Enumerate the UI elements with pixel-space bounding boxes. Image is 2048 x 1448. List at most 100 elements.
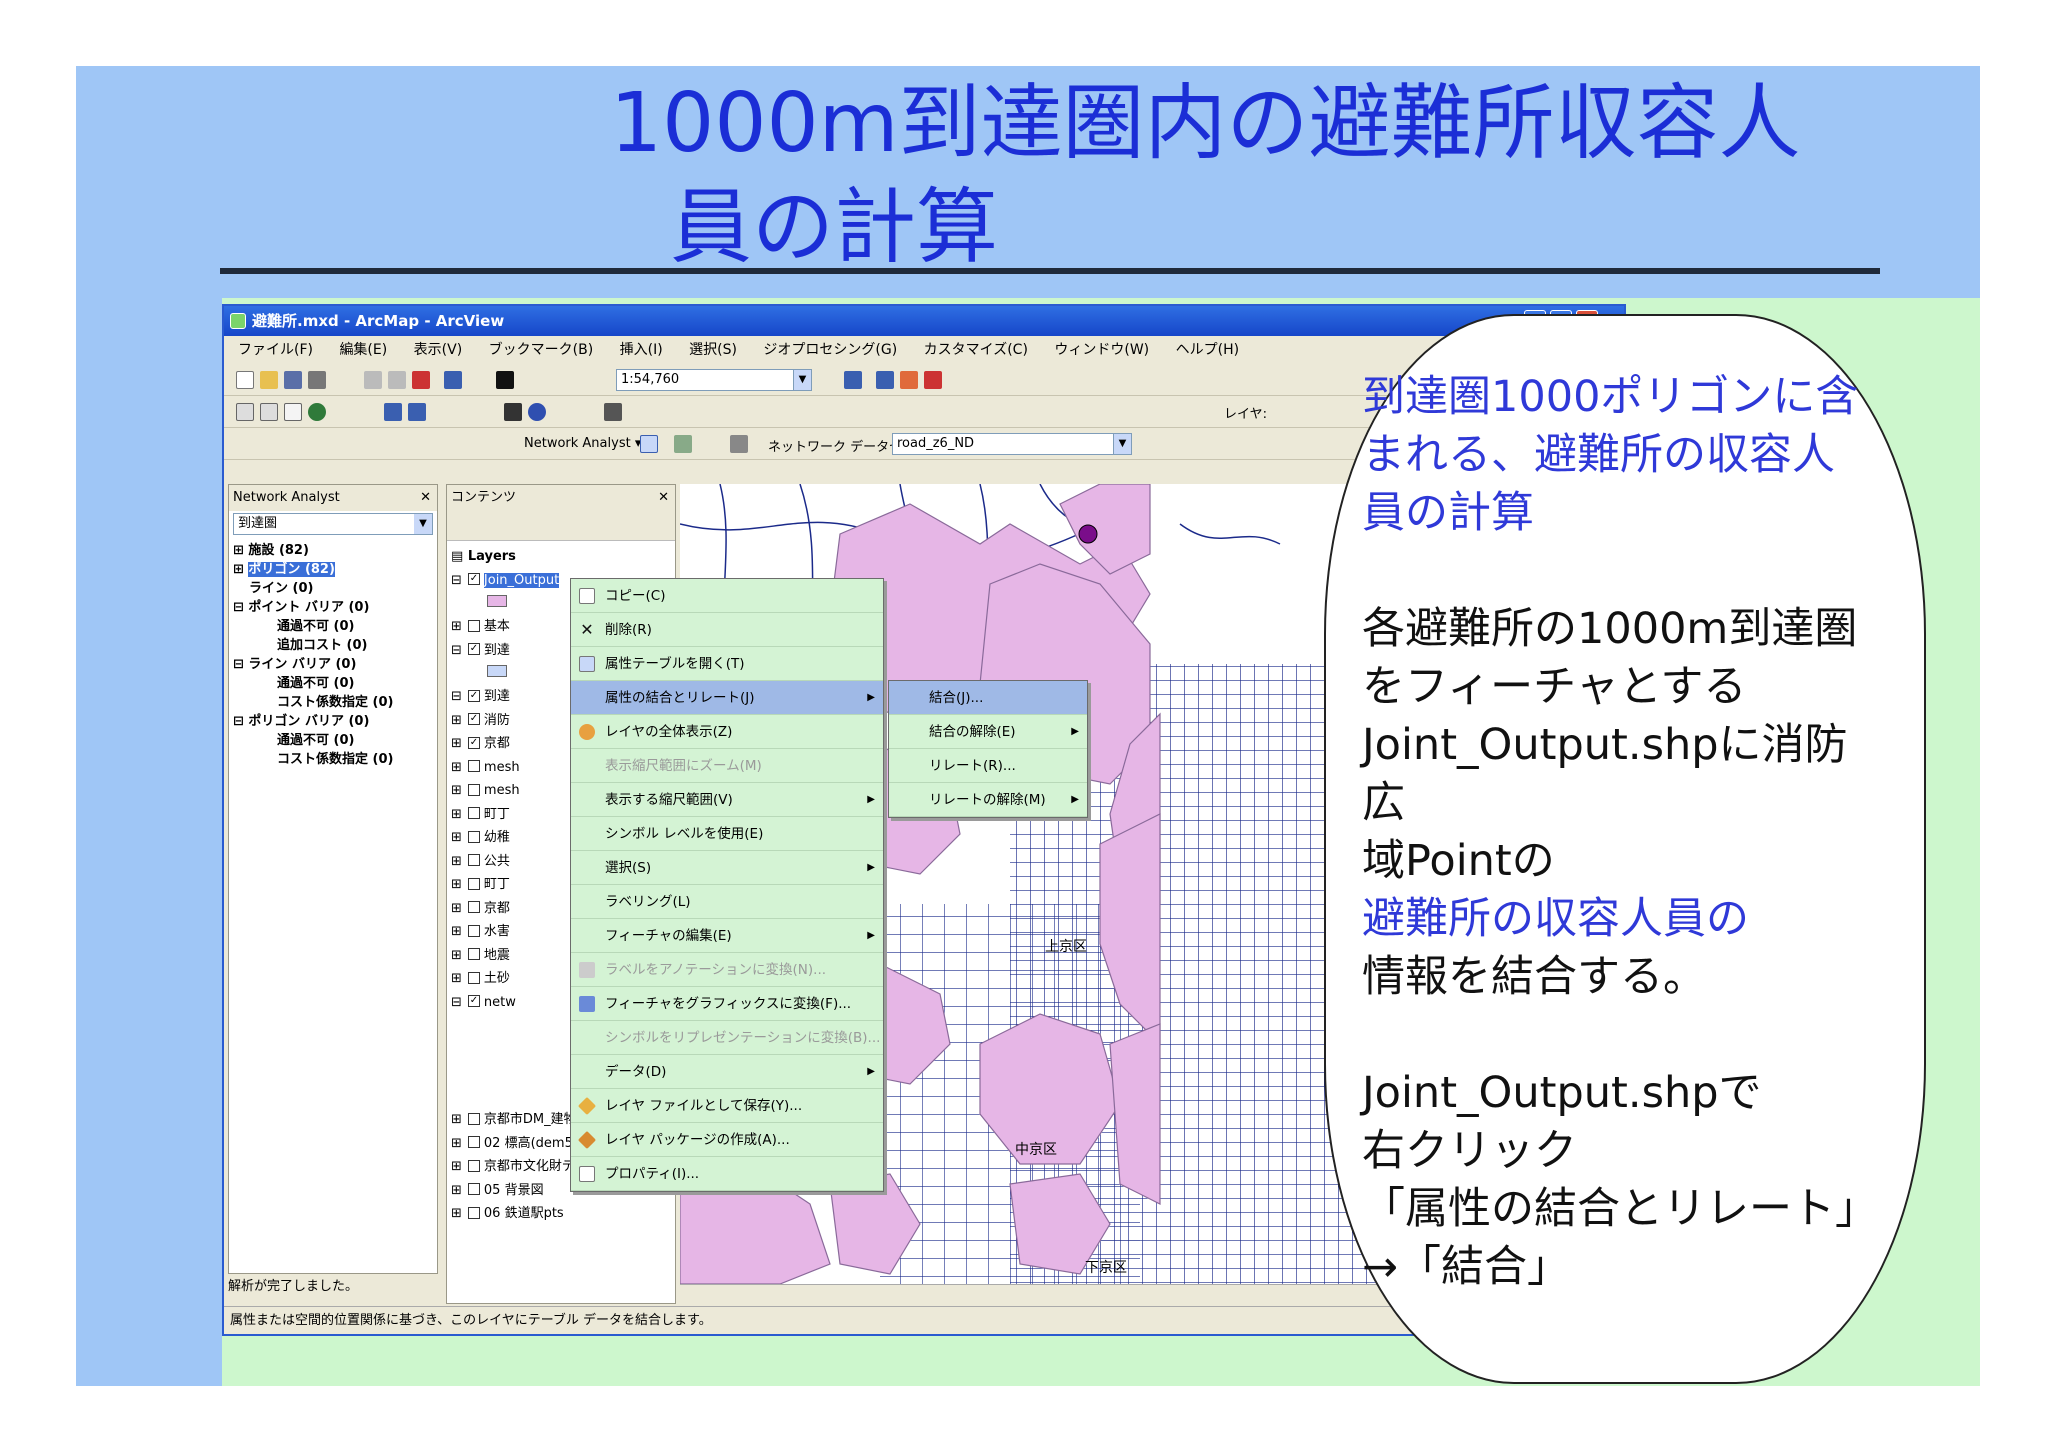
checkbox[interactable] bbox=[467, 1136, 480, 1148]
checkbox[interactable]: ✓ bbox=[467, 995, 480, 1007]
create-location-icon[interactable] bbox=[674, 435, 692, 453]
menu-item-edit-features[interactable]: フィーチャの編集(E) ▶ bbox=[571, 919, 883, 953]
na-tree-item[interactable]: ライン (0) bbox=[233, 579, 433, 598]
na-tree-item[interactable]: ⊟ ライン バリア (0) bbox=[233, 655, 433, 674]
forward-icon[interactable] bbox=[408, 403, 426, 421]
na-analysis-combo[interactable]: 到達圏 ▼ bbox=[233, 513, 433, 535]
checkbox[interactable] bbox=[467, 1112, 480, 1125]
menu-item-visible-scale-range[interactable]: 表示する縮尺範囲(V) ▶ bbox=[571, 783, 883, 817]
table-icon[interactable] bbox=[876, 371, 894, 389]
toolbox-icon[interactable] bbox=[924, 371, 942, 389]
menu-view[interactable]: 表示(V) bbox=[414, 342, 463, 358]
menu-item-create-layer-package[interactable]: レイヤ パッケージの作成(A)... bbox=[571, 1123, 883, 1157]
menu-item-symbol-levels[interactable]: シンボル レベルを使用(E) bbox=[571, 817, 883, 851]
checkbox[interactable] bbox=[467, 877, 480, 890]
na-tree-item[interactable]: ⊟ ポリゴン バリア (0) bbox=[233, 712, 433, 731]
menu-item-zoom-to-layer[interactable]: レイヤの全体表示(Z) bbox=[571, 715, 883, 749]
checkbox[interactable] bbox=[467, 924, 480, 937]
zoom-in-icon[interactable] bbox=[236, 403, 254, 421]
na-window-icon[interactable] bbox=[640, 435, 658, 453]
checkbox[interactable]: ✓ bbox=[467, 689, 480, 702]
new-document-icon[interactable] bbox=[236, 371, 254, 389]
menu-item-copy[interactable]: コピー(C) bbox=[571, 579, 883, 613]
scale-combo[interactable]: 1:54,760 ▼ bbox=[616, 369, 812, 391]
na-tree-item[interactable]: ⊞ ポリゴン (82) bbox=[233, 560, 433, 579]
select-elements-icon[interactable] bbox=[504, 403, 522, 421]
menu-item-selection[interactable]: 選択(S) ▶ bbox=[571, 851, 883, 885]
menu-item-save-layer-file[interactable]: レイヤ ファイルとして保存(Y)... bbox=[571, 1089, 883, 1123]
checkbox[interactable] bbox=[467, 948, 480, 960]
na-tree-item[interactable]: 通過不可 (0) bbox=[233, 674, 433, 693]
na-tree-item[interactable]: ⊞ 施設 (82) bbox=[233, 541, 433, 560]
checkbox[interactable] bbox=[467, 830, 480, 843]
menu-help[interactable]: ヘルプ(H) bbox=[1176, 342, 1239, 358]
find-icon[interactable] bbox=[604, 403, 622, 421]
chevron-down-icon[interactable]: ▼ bbox=[793, 370, 811, 390]
open-folder-icon[interactable] bbox=[260, 371, 278, 389]
menu-item-labeling[interactable]: ラベリング(L) bbox=[571, 885, 883, 919]
checkbox[interactable] bbox=[467, 854, 480, 866]
back-icon[interactable] bbox=[384, 403, 402, 421]
menu-item-joins-relates[interactable]: 属性の結合とリレート(J) ▶ bbox=[571, 681, 883, 715]
checkbox[interactable] bbox=[467, 1183, 480, 1195]
checkbox[interactable] bbox=[467, 760, 480, 772]
pin-close-icons[interactable]: ✕ bbox=[420, 485, 431, 511]
pan-icon[interactable] bbox=[284, 403, 302, 421]
toc-root[interactable]: ▤ Layers bbox=[451, 545, 671, 569]
na-tree-item[interactable]: 通過不可 (0) bbox=[233, 731, 433, 750]
network-analyst-menu[interactable]: Network Analyst ▾ bbox=[524, 436, 641, 451]
menu-selection[interactable]: 選択(S) bbox=[689, 342, 737, 358]
checkbox[interactable] bbox=[467, 971, 480, 984]
zoom-out-icon[interactable] bbox=[260, 403, 278, 421]
menu-item-delete[interactable]: ✕ 削除(R) bbox=[571, 613, 883, 647]
editor-icon[interactable] bbox=[844, 371, 862, 389]
chevron-down-icon[interactable]: ▼ bbox=[1113, 434, 1131, 454]
full-extent-icon[interactable] bbox=[308, 403, 326, 421]
pin-close-icons[interactable]: ✕ bbox=[658, 485, 669, 511]
na-tree-item[interactable]: コスト係数指定 (0) bbox=[233, 693, 433, 712]
menu-item-remove-relates[interactable]: リレートの解除(M) ▶ bbox=[889, 783, 1087, 817]
menu-item-open-attribute-table[interactable]: 属性テーブルを開く(T) bbox=[571, 647, 883, 681]
copy-icon[interactable] bbox=[364, 371, 382, 389]
identify-icon[interactable] bbox=[528, 403, 546, 421]
checkbox[interactable]: ✓ bbox=[467, 713, 480, 725]
na-tree-item[interactable]: コスト係数指定 (0) bbox=[233, 750, 433, 769]
checkbox[interactable] bbox=[467, 901, 480, 913]
checkbox[interactable]: ✓ bbox=[467, 736, 480, 749]
save-icon[interactable] bbox=[284, 371, 302, 389]
solve-icon[interactable] bbox=[730, 435, 748, 453]
undo-icon[interactable] bbox=[444, 371, 462, 389]
add-data-icon[interactable] bbox=[496, 371, 514, 389]
na-tree-item[interactable]: ⊟ ポイント バリア (0) bbox=[233, 598, 433, 617]
menu-customize[interactable]: カスタマイズ(C) bbox=[924, 342, 1028, 358]
checkbox[interactable] bbox=[467, 807, 480, 819]
checkbox[interactable] bbox=[467, 1159, 480, 1172]
paste-icon[interactable] bbox=[388, 371, 406, 389]
na-tree-item[interactable]: 追加コスト (0) bbox=[233, 636, 433, 655]
checkbox[interactable] bbox=[467, 1206, 480, 1219]
checkbox[interactable]: ✓ bbox=[467, 643, 480, 655]
menu-item-data[interactable]: データ(D) ▶ bbox=[571, 1055, 883, 1089]
na-tree-item[interactable]: 通過不可 (0) bbox=[233, 617, 433, 636]
menu-item-properties[interactable]: プロパティ(I)... bbox=[571, 1157, 883, 1191]
checkbox[interactable] bbox=[467, 619, 480, 632]
menu-windows[interactable]: ウィンドウ(W) bbox=[1054, 342, 1149, 358]
menu-edit[interactable]: 編集(E) bbox=[339, 342, 387, 358]
menu-geoprocessing[interactable]: ジオプロセシング(G) bbox=[763, 342, 897, 358]
catalog-icon[interactable] bbox=[900, 371, 918, 389]
toc-layer-item[interactable]: ⊞ 06 鉄道駅pts bbox=[451, 1202, 671, 1226]
menu-bookmarks[interactable]: ブックマーク(B) bbox=[489, 342, 594, 358]
menu-item-convert-to-graphics[interactable]: フィーチャをグラフィックスに変換(F)... bbox=[571, 987, 883, 1021]
checkbox[interactable]: ✓ bbox=[467, 573, 480, 585]
menu-item-join[interactable]: 結合(J)... bbox=[889, 681, 1087, 715]
print-icon[interactable] bbox=[308, 371, 326, 389]
delete-icon[interactable] bbox=[412, 371, 430, 389]
menu-file[interactable]: ファイル(F) bbox=[238, 342, 313, 358]
menu-item-remove-joins[interactable]: 結合の解除(E) ▶ bbox=[889, 715, 1087, 749]
network-dataset-combo[interactable]: road_z6_ND ▼ bbox=[892, 433, 1132, 455]
window-titlebar[interactable]: 避難所.mxd - ArcMap - ArcView bbox=[224, 306, 1624, 336]
checkbox[interactable] bbox=[467, 783, 480, 796]
menu-insert[interactable]: 挿入(I) bbox=[620, 342, 663, 358]
menu-item-relate[interactable]: リレート(R)... bbox=[889, 749, 1087, 783]
chevron-down-icon[interactable]: ▼ bbox=[414, 514, 432, 534]
